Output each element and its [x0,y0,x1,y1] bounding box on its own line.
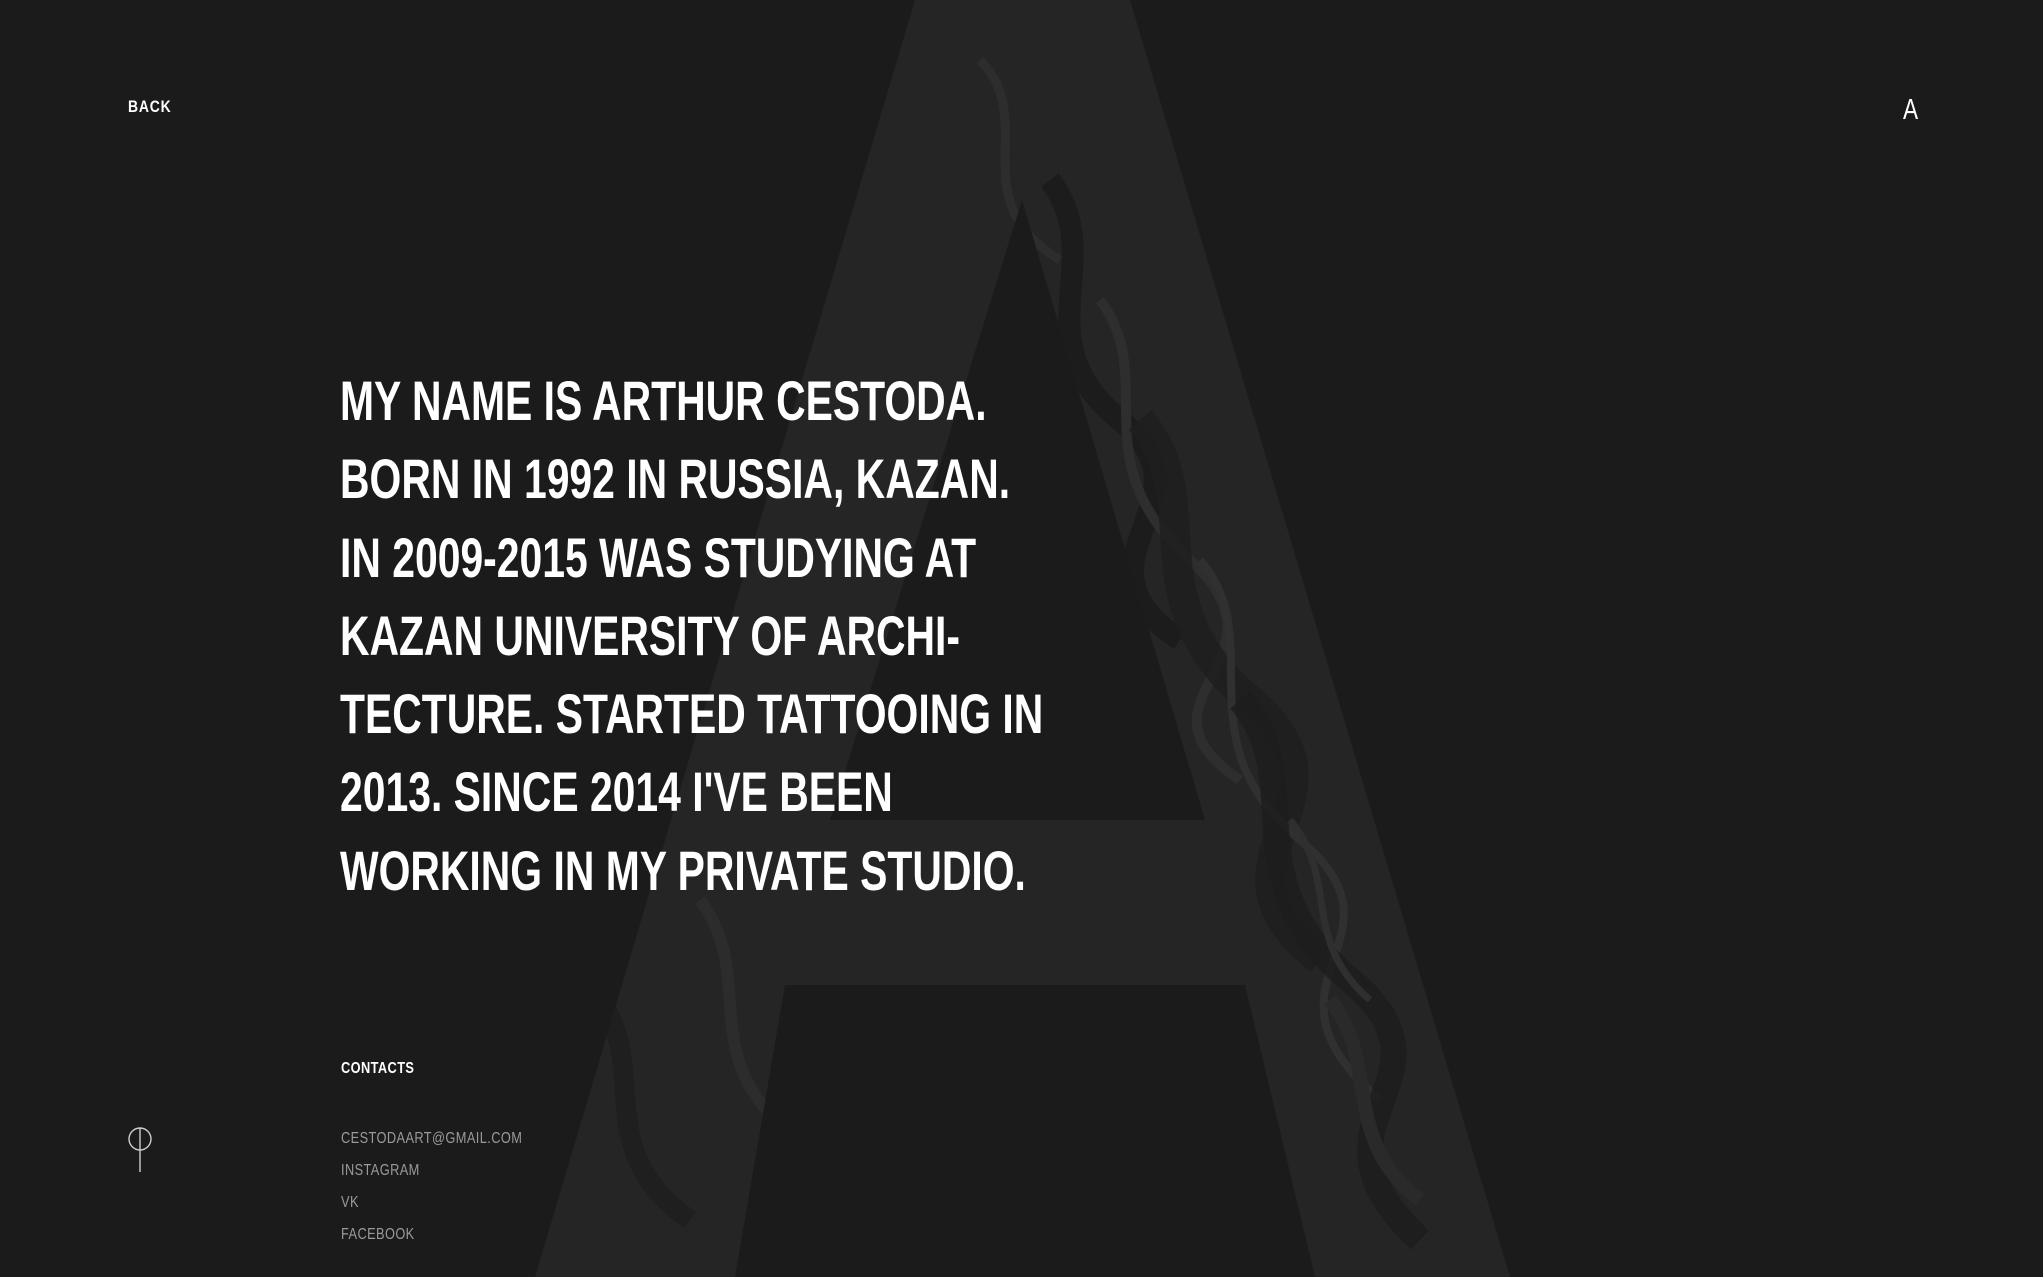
back-link[interactable]: BACK [128,97,172,117]
bio-line: MY NAME IS ARTHUR CESTODA. [340,369,987,432]
contact-facebook-link[interactable]: FACEBOOK [341,1219,522,1251]
contacts-list: CESTODAART@GMAIL.COM INSTAGRAM VK FACEBO… [341,1123,568,1251]
logo[interactable]: A [1903,94,1918,127]
contacts-heading: CONTACTS [341,1060,415,1077]
bio-line: BORN IN 1992 IN RUSSIA, KAZAN. [340,447,1011,511]
bio-text: MY NAME IS ARTHUR CESTODA. BORN IN 1992 … [340,362,1240,910]
contact-vk-link[interactable]: VK [341,1187,522,1219]
bio-line: 2013. SINCE 2014 I'VE BEEN [340,760,893,824]
contact-email-link[interactable]: CESTODAART@GMAIL.COM [341,1123,522,1155]
contact-instagram-link[interactable]: INSTAGRAM [341,1155,522,1187]
bio-line: WORKING IN MY PRIVATE STUDIO. [340,838,1026,902]
bio-line: TECTURE. STARTED TATTOOING IN [340,682,1044,746]
bio-line: KAZAN UNIVERSITY OF ARCHI- [340,603,961,667]
bio-line: IN 2009-2015 WAS STUDYING AT [340,525,977,589]
pin-icon [128,1127,152,1172]
